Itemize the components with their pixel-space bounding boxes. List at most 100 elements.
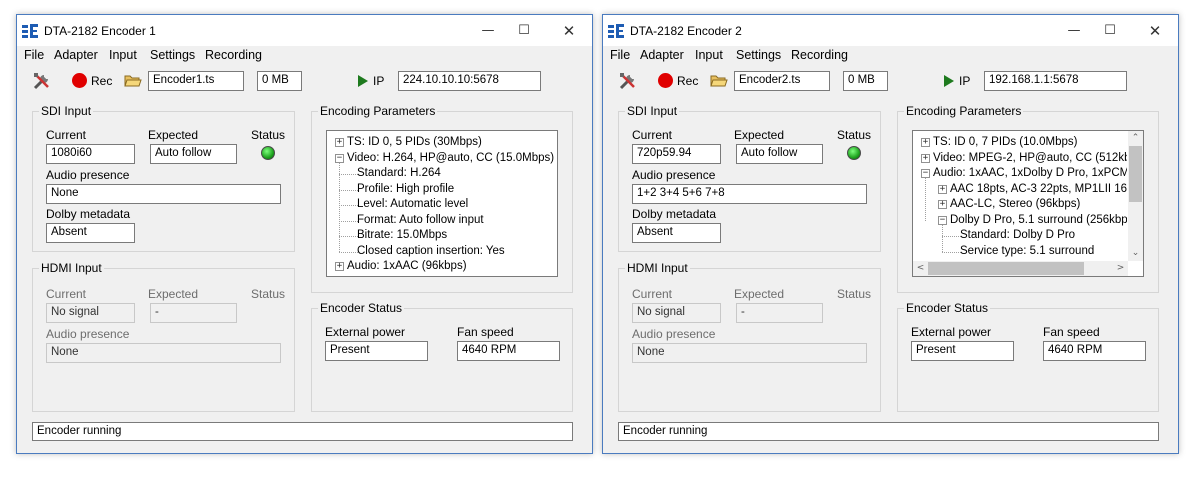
collapse-icon[interactable]: − [938, 215, 947, 225]
sdi-expected-field[interactable]: Auto follow [736, 144, 823, 164]
record-icon[interactable] [658, 73, 673, 88]
tree-item[interactable]: Bitrate: 15.0Mbps [357, 228, 447, 243]
minimize-icon[interactable]: — [1059, 20, 1089, 42]
minimize-icon[interactable]: — [473, 20, 503, 42]
status-bar: Encoder running [32, 422, 573, 441]
tree-connector [942, 224, 943, 252]
scroll-left-icon[interactable]: < [913, 261, 928, 276]
record-icon[interactable] [72, 73, 87, 88]
menu-adapter[interactable]: Adapter [54, 48, 98, 62]
expand-icon[interactable]: + [938, 200, 947, 209]
folder-open-icon[interactable] [710, 73, 728, 88]
sdi-audio-field: None [46, 184, 281, 204]
tree-connector [339, 205, 358, 206]
tree-item[interactable]: Profile: High profile [357, 182, 454, 197]
file-name-field[interactable]: Encoder2.ts [734, 71, 830, 91]
menu-input[interactable]: Input [695, 48, 723, 62]
file-size-field: 0 MB [257, 71, 302, 91]
scrollbar-thumb[interactable] [1129, 146, 1142, 202]
title-bar[interactable]: DTA-2182 Encoder 1 — ☐ ✕ [17, 15, 592, 46]
encoder-status-title: Encoder Status [318, 301, 405, 315]
menu-input[interactable]: Input [109, 48, 137, 62]
tree-item[interactable]: TS: ID 0, 7 PIDs (10.0Mbps) [933, 135, 1077, 150]
external-power-label: External power [911, 325, 992, 339]
tools-icon[interactable] [33, 72, 51, 90]
menu-recording[interactable]: Recording [205, 48, 262, 62]
tree-item[interactable]: TS: ID 0, 5 PIDs (30Mbps) [347, 135, 482, 150]
tree-connector [339, 236, 358, 237]
expand-icon[interactable]: + [335, 138, 344, 147]
play-icon[interactable] [357, 74, 369, 88]
folder-open-icon[interactable] [124, 73, 142, 88]
menu-file[interactable]: File [610, 48, 630, 62]
tree-item[interactable]: Audio: 1xAAC (96kbps) [347, 259, 467, 274]
fan-speed-field: 4640 RPM [457, 341, 560, 361]
menu-file[interactable]: File [24, 48, 44, 62]
expand-icon[interactable]: + [335, 262, 344, 271]
tree-connector [339, 162, 340, 252]
tree-item[interactable]: Service type: 5.1 surround [960, 244, 1094, 259]
external-power-label: External power [325, 325, 406, 339]
tree-connector [339, 220, 358, 222]
sdi-expected-label: Expected [734, 128, 785, 142]
tree-item[interactable]: AAC-LC, Stereo (96kbps) [950, 197, 1080, 212]
ip-address-field[interactable]: 192.168.1.1:5678 [984, 71, 1127, 91]
menu-adapter[interactable]: Adapter [640, 48, 684, 62]
sdi-input-group: SDI Input Current Expected Status 720p59… [618, 104, 881, 252]
sdi-expected-field[interactable]: Auto follow [150, 144, 237, 164]
sdi-status-led [847, 146, 861, 160]
tree-item[interactable]: Standard: H.264 [357, 166, 441, 181]
hdmi-expected-label: Expected [734, 287, 785, 301]
encoding-parameters-group: Encoding Parameters ⌃ ⌄ < > + TS: ID 0, 7… [897, 104, 1159, 293]
collapse-icon[interactable]: − [335, 153, 344, 163]
title-bar[interactable]: DTA-2182 Encoder 2 — ☐ ✕ [603, 15, 1178, 46]
sdi-current-label: Current [46, 128, 87, 142]
encoding-parameters-group: Encoding Parameters + TS: ID 0, 5 PIDs (3… [311, 104, 573, 293]
tree-item[interactable]: AAC 18pts, AC-3 22pts, MP1LII 16pt [950, 182, 1127, 197]
close-icon[interactable]: ✕ [554, 20, 584, 42]
sdi-current-field: 720p59.94 [632, 144, 721, 164]
menu-settings[interactable]: Settings [736, 48, 781, 62]
tree-item[interactable]: Video: H.264, HP@auto, CC (15.0Mbps) [347, 151, 554, 166]
ip-address-field[interactable]: 224.10.10.10:5678 [398, 71, 541, 91]
window-title: DTA-2182 Encoder 1 [44, 24, 156, 38]
ip-label: IP [959, 74, 971, 88]
scroll-down-icon[interactable]: ⌄ [1128, 246, 1143, 261]
tree-item[interactable]: Level: Automatic level [357, 197, 468, 212]
encoding-tree[interactable]: + TS: ID 0, 5 PIDs (30Mbps) − Video: H.264,… [326, 130, 558, 277]
scroll-up-icon[interactable]: ⌃ [1128, 131, 1143, 146]
tree-item[interactable]: Dolby D Pro, 5.1 surround (256kbps) [950, 213, 1127, 228]
sdi-audio-label: Audio presence [46, 168, 130, 182]
sdi-audio-field: 1+2 3+4 5+6 7+8 [632, 184, 867, 204]
sdi-dolby-field: Absent [632, 223, 721, 243]
expand-icon[interactable]: + [938, 184, 947, 194]
hdmi-input-title: HDMI Input [39, 261, 104, 275]
tools-icon[interactable] [619, 72, 637, 90]
expand-icon[interactable]: + [921, 138, 930, 147]
horizontal-scrollbar[interactable]: < > [913, 261, 1128, 276]
tree-item[interactable]: Video: MPEG-2, HP@auto, CC (512kbps) [933, 151, 1127, 166]
menu-settings[interactable]: Settings [150, 48, 195, 62]
file-name-field[interactable]: Encoder1.ts [148, 71, 244, 91]
expand-icon[interactable]: + [921, 153, 930, 163]
maximize-icon[interactable]: ☐ [509, 20, 539, 42]
sdi-dolby-label: Dolby metadata [632, 207, 717, 221]
hdmi-current-field: No signal [46, 303, 135, 323]
play-icon[interactable] [943, 74, 955, 88]
tree-item[interactable]: Format: Auto follow input [357, 213, 484, 228]
collapse-icon[interactable]: − [921, 169, 930, 178]
encoding-tree[interactable]: ⌃ ⌄ < > + TS: ID 0, 7 PIDs (10.0Mbps) + Vid… [912, 130, 1144, 277]
tree-item[interactable]: Standard: Dolby D Pro [960, 228, 1075, 243]
encoder-status-title: Encoder Status [904, 301, 991, 315]
tree-item[interactable]: Closed caption insertion: Yes [357, 244, 505, 259]
scrollbar-thumb[interactable] [928, 262, 1084, 275]
tree-item[interactable]: Audio: 1xAAC, 1xDolby D Pro, 1xPCM [933, 166, 1127, 181]
record-label[interactable]: Rec [677, 74, 698, 88]
scroll-right-icon[interactable]: > [1113, 261, 1128, 276]
menu-recording[interactable]: Recording [791, 48, 848, 62]
hdmi-status-label: Status [837, 287, 872, 301]
close-icon[interactable]: ✕ [1140, 20, 1170, 42]
vertical-scrollbar[interactable]: ⌃ ⌄ [1128, 131, 1143, 261]
record-label[interactable]: Rec [91, 74, 112, 88]
maximize-icon[interactable]: ☐ [1095, 20, 1125, 42]
